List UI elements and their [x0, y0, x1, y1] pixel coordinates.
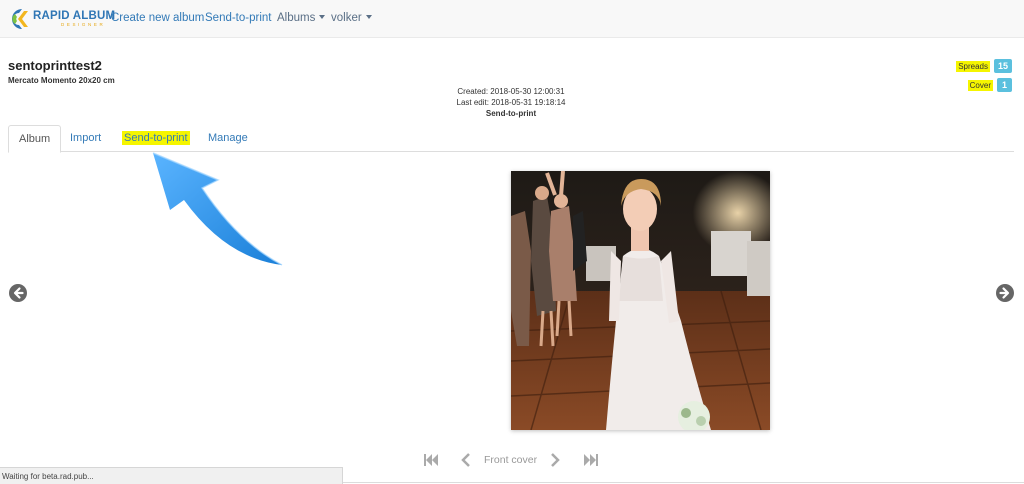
tab-manage[interactable]: Manage [198, 125, 258, 152]
caret-down-icon [365, 15, 372, 19]
logo-subtext: DESIGNER [61, 22, 106, 27]
caret-down-icon [319, 15, 326, 19]
nav-user-dropdown[interactable]: volker [331, 12, 372, 24]
nav-create-new-album[interactable]: Create new album [111, 12, 204, 24]
album-status: Send-to-print [485, 109, 537, 118]
current-page-label: Front cover [484, 454, 538, 466]
album-tabs: Album Import Send-to-print Manage [8, 125, 1014, 153]
nav-send-to-print[interactable]: Send-to-print [205, 12, 271, 24]
nav-albums-dropdown[interactable]: Albums [277, 12, 326, 24]
bottom-divider [343, 482, 1024, 483]
spreads-label: Spreads [956, 60, 990, 72]
album-cover-photo[interactable] [511, 171, 770, 430]
previous-spread-icon[interactable] [9, 284, 27, 302]
first-page-icon[interactable] [423, 452, 439, 468]
album-product: Mercato Momento 20x20 cm [8, 76, 115, 85]
annotation-arrow-icon [152, 152, 283, 266]
tab-album[interactable]: Album [8, 125, 62, 153]
spreads-badge: 15 [993, 59, 1012, 73]
cover-counter: Cover 1 [967, 78, 1012, 92]
next-spread-icon[interactable] [996, 284, 1014, 302]
tab-import[interactable]: Import [60, 125, 111, 152]
album-title: sentoprinttest2 [8, 58, 102, 73]
album-last-edit: Last edit: 2018-05-31 19:18:14 [456, 98, 566, 107]
logo-mark-icon [12, 9, 28, 29]
last-page-icon[interactable] [583, 452, 599, 468]
cover-label: Cover [967, 79, 993, 91]
cover-badge: 1 [997, 78, 1012, 92]
tab-send-to-print[interactable]: Send-to-print [112, 125, 200, 152]
previous-page-icon[interactable] [460, 452, 472, 468]
logo-text: RAPID ALBUM [33, 9, 116, 22]
spreads-counter: Spreads 15 [956, 59, 1012, 73]
nav-user-label: volker [331, 12, 362, 24]
app-logo[interactable]: RAPID ALBUM DESIGNER [8, 8, 115, 30]
nav-albums-label: Albums [277, 12, 316, 24]
next-page-icon[interactable] [549, 452, 561, 468]
tab-send-to-print-label: Send-to-print [122, 131, 190, 145]
album-created: Created: 2018-05-30 12:00:31 [457, 87, 565, 96]
browser-status-bar: Waiting for beta.rad.pub... [0, 467, 343, 484]
top-navbar: RAPID ALBUM DESIGNER Create new album Se… [0, 0, 1024, 38]
